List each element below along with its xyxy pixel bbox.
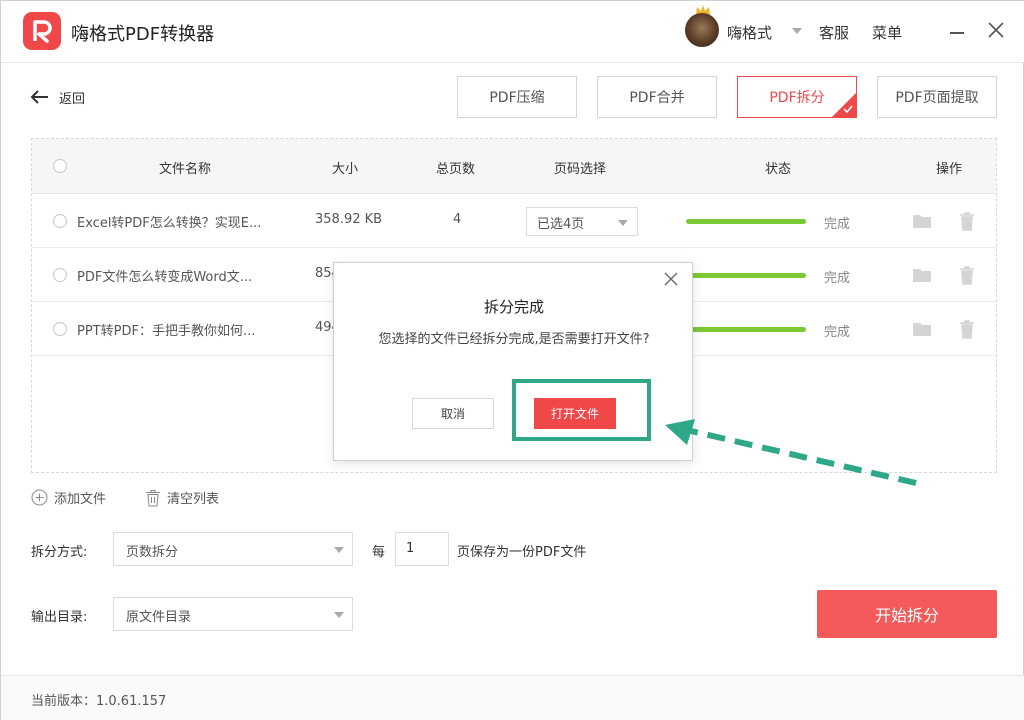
- header-status: 状态: [765, 162, 792, 177]
- customer-service-link[interactable]: 客服: [819, 22, 849, 43]
- output-dir-label: 输出目录:: [31, 610, 88, 625]
- status-text: 完成: [824, 271, 851, 286]
- back-button[interactable]: 返回: [29, 86, 85, 108]
- split-mode-label: 拆分方式:: [31, 545, 88, 560]
- mode-label: PDF页面提取: [895, 90, 979, 106]
- dashed-arrow-icon: [665, 419, 917, 486]
- app-logo-icon: [23, 12, 61, 50]
- clear-list-label: 清空列表: [167, 492, 220, 507]
- highlight-box: [512, 379, 651, 441]
- output-dir-value: 原文件目录: [126, 610, 192, 625]
- page-select-value: 已选4页: [537, 217, 585, 232]
- menu-link[interactable]: 菜单: [872, 22, 902, 43]
- back-label: 返回: [59, 91, 86, 107]
- folder-icon[interactable]: [912, 212, 932, 230]
- mode-split-button[interactable]: PDF拆分: [737, 76, 857, 118]
- app-title: 嗨格式PDF转换器: [71, 24, 215, 45]
- split-mode-select[interactable]: 页数拆分: [113, 532, 353, 566]
- header-page-select: 页码选择: [554, 162, 607, 177]
- footer: 当前版本：1.0.61.157: [1, 675, 1024, 720]
- header-size: 大小: [332, 162, 359, 177]
- header-name: 文件名称: [159, 162, 212, 177]
- version-text: 当前版本：1.0.61.157: [31, 694, 167, 709]
- split-mode-value: 页数拆分: [126, 545, 179, 560]
- mode-label: PDF合并: [629, 90, 685, 106]
- chevron-down-icon: [334, 612, 344, 618]
- status-text: 完成: [824, 217, 851, 232]
- mode-page-extract-button[interactable]: PDF页面提取: [877, 76, 997, 118]
- trash-icon: [146, 489, 160, 506]
- header-actions: 操作: [936, 162, 963, 177]
- dialog-message: 您选择的文件已经拆分完成,是否需要打开文件?: [378, 332, 650, 347]
- app-window: 嗨格式PDF转换器 嗨格式 客服 菜单 返回 PDF压缩 PDF合并 PDF拆分…: [0, 0, 1024, 720]
- progress-bar: [686, 327, 806, 332]
- pages-per-file-input[interactable]: 1: [395, 532, 449, 566]
- arrow-left-icon: [30, 90, 48, 104]
- mode-compress-button[interactable]: PDF压缩: [457, 76, 577, 118]
- file-name: PPT转PDF：手把手教你如何...: [77, 324, 256, 339]
- output-dir-select[interactable]: 原文件目录: [113, 597, 353, 631]
- trash-icon[interactable]: [958, 319, 976, 339]
- file-name: PDF文件怎么转变成Word文...: [77, 270, 253, 285]
- mode-merge-button[interactable]: PDF合并: [597, 76, 717, 118]
- plus-circle-icon: [31, 489, 48, 506]
- progress-bar: [686, 219, 806, 224]
- minimize-icon[interactable]: [950, 32, 964, 34]
- trash-icon[interactable]: [958, 265, 976, 285]
- clear-list-button[interactable]: 清空列表: [145, 488, 219, 507]
- file-size: 358.92 KB: [315, 212, 383, 227]
- chevron-down-icon: [618, 220, 628, 226]
- close-icon[interactable]: [664, 272, 678, 286]
- folder-icon[interactable]: [912, 266, 932, 284]
- add-file-button[interactable]: 添加文件: [31, 488, 106, 507]
- per-label: 每: [372, 545, 386, 560]
- row-radio[interactable]: [53, 214, 67, 228]
- select-all-radio[interactable]: [53, 159, 67, 173]
- mode-label: PDF拆分: [769, 90, 825, 106]
- row-radio[interactable]: [53, 268, 67, 282]
- folder-icon[interactable]: [912, 320, 932, 338]
- table-header: 文件名称 大小 总页数 页码选择 状态 操作: [32, 139, 996, 194]
- add-file-label: 添加文件: [54, 492, 107, 507]
- chevron-down-icon: [334, 547, 344, 553]
- start-split-button[interactable]: 开始拆分: [817, 590, 997, 638]
- file-name: Excel转PDF怎么转换？实现E...: [77, 216, 262, 231]
- avatar[interactable]: [685, 13, 719, 47]
- user-name[interactable]: 嗨格式: [727, 22, 772, 43]
- table-row[interactable]: Excel转PDF怎么转换？实现E... 358.92 KB 4 已选4页 完成: [32, 194, 996, 248]
- user-dropdown-icon[interactable]: [792, 28, 802, 34]
- check-icon: [843, 105, 853, 114]
- progress-bar: [686, 273, 806, 278]
- page-select-dropdown[interactable]: 已选4页: [526, 207, 638, 236]
- cancel-button[interactable]: 取消: [412, 398, 494, 429]
- mode-label: PDF压缩: [489, 90, 545, 106]
- status-text: 完成: [824, 325, 851, 340]
- header-pages: 总页数: [436, 162, 476, 177]
- title-bar: 嗨格式PDF转换器 嗨格式 客服 菜单: [1, 1, 1024, 63]
- per-suffix-label: 页保存为一份PDF文件: [457, 545, 587, 560]
- dialog-title: 拆分完成: [483, 298, 544, 316]
- row-radio[interactable]: [53, 322, 67, 336]
- close-window-icon[interactable]: [987, 21, 1005, 39]
- file-pages: 4: [453, 212, 462, 227]
- trash-icon[interactable]: [958, 211, 976, 231]
